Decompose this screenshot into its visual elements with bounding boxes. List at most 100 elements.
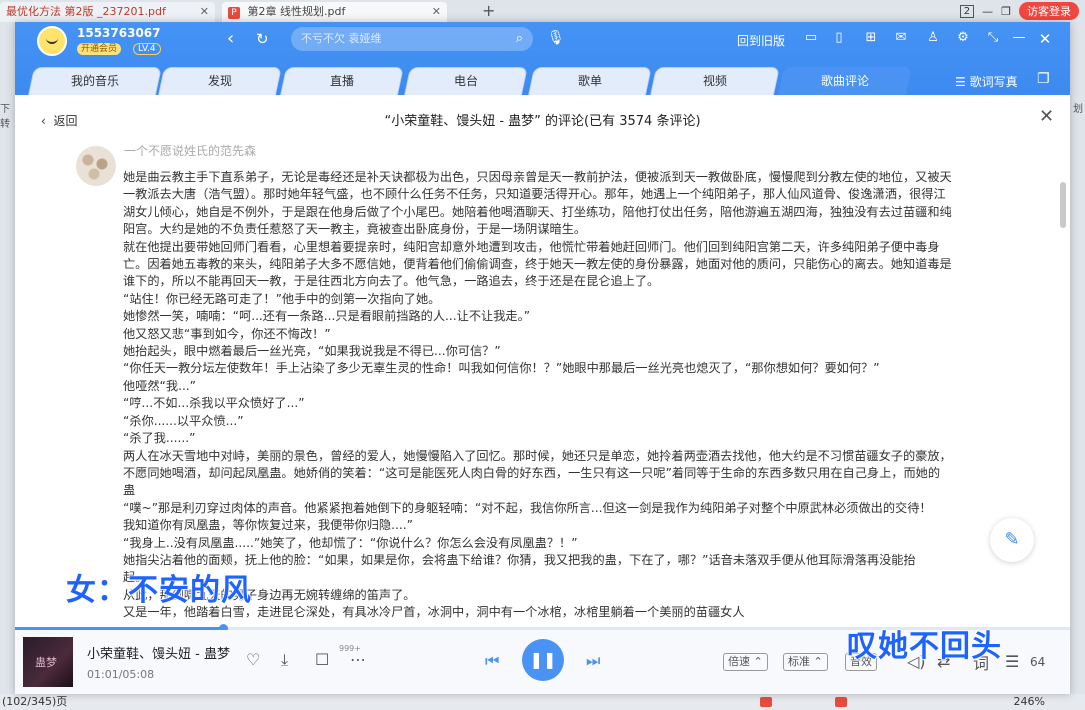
pdf-icon: P [228,7,240,19]
comment-line: 又是一年，他踏着白雪，走进昆仑深处，有具冰冷尸首，冰洞中，洞中有一个冰棺，冰棺里… [123,605,745,620]
page-indicator: (102/345)页 [2,695,68,708]
pause-button[interactable]: ❚❚ [522,639,564,681]
main-tabs: 我的音乐 发现 直播 电台 歌单 视频 歌曲评论 ☰ 歌词写真 ❐ [15,67,1070,95]
search-placeholder: 不亏不欠 袁娅维 [301,32,382,45]
comment-line: 她指尖沾着他的面颊，抚上他的脸：“如果，如果是你，会将蛊下给谁？你猜，我又把我的… [123,552,916,567]
login-button[interactable]: 访客登录 [1019,2,1079,20]
browser-tab-1-title: 最优化方法 第2版 _237201.pdf [6,5,166,18]
comment-line: “杀了我......” [123,431,196,446]
comment-text: 她是曲云教主手下直系弟子，无论是毒经还是补天诀都极为出色，只因母亲曾是天一教前护… [123,169,993,622]
download-icon[interactable]: ⤓ [281,650,288,670]
browser-tab-1[interactable]: 最优化方法 第2版 _237201.pdf ✕ [0,2,215,22]
taskbar-icon[interactable] [835,697,847,707]
restore-icon[interactable]: ❐ [1001,5,1011,18]
apps-icon[interactable]: ⊞ [863,30,879,45]
voice-search-icon[interactable]: 🎙 [547,30,565,46]
more-icon[interactable]: ⋯ [350,650,366,669]
subtitle-right: 叹她不回头 [846,628,1002,665]
playlist-icon[interactable]: ☰ [1005,652,1019,671]
comment-line: 不愿同她喝酒，却问起凤凰蛊。她娇俏的笑着：“这可是能医死人肉白骨的好东西，一生只… [123,465,941,480]
comment-line: 湖女儿倾心，她自是不例外，于是跟在他身后做了个小尾巴。她陪着他喝酒聊天、打坐练功… [123,204,952,219]
song-time: 01:01/05:08 [87,668,155,681]
tab-radio[interactable]: 电台 [404,67,528,95]
old-version-button[interactable]: 回到旧版 [737,32,785,49]
playlist-count: 64 [1030,655,1046,669]
comment-line: “你任天一教分坛左使数年！手上沾染了多少无辜生灵的性命！叫我如何信你！？”她眼中… [123,361,880,376]
comment-line: “站住！你已经无路可走了！”他手中的剑第一次指向了她。 [123,291,441,306]
comment-line: 她抬起头，眼中燃着最后一丝光亮，“如果我说我是不得已...你可信？” [123,344,501,359]
vip-badge[interactable]: 开通会员 [77,43,122,55]
zoom-level[interactable]: 246% [1014,694,1045,710]
comment-line: 一教派去大唐（浩气盟）。那时她年轻气盛，也不顾什么任务不任务，只知道要活得开心。… [123,187,946,202]
close-icon[interactable]: ✕ [432,2,441,22]
minimize-icon[interactable]: — [982,5,993,18]
subtitle-left: 女：不安的风 [65,572,252,609]
comment-list: 一个不愿说姓氏的范先森 她是曲云教主手下直系弟子，无论是毒经还是补天诀都极为出色… [15,143,1070,626]
album-cover[interactable] [23,637,73,687]
comment-line: 蛊 [123,483,136,498]
new-tab-button[interactable]: + [482,1,495,20]
tab-video[interactable]: 视频 [650,67,780,95]
browser-tab-2-title: 第2章 线性规划.pdf [247,5,346,18]
browser-window-controls: 2 — ❐ 访客登录 [959,0,1085,22]
minimize-icon[interactable]: — [1011,30,1027,45]
search-input[interactable]: 不亏不欠 袁娅维 ⌕ [291,27,533,51]
tab-count-badge[interactable]: 2 [959,4,975,18]
quality-button[interactable]: 标准 ⌃ [783,653,828,671]
comment-line: 从此，那剑啸九天的男子身边再无婉转缠绵的笛声了。 [123,587,416,602]
page-title: “小荣童鞋、馒头妞 - 蛊梦” 的评论(已有 3574 条评论) [384,114,701,129]
user-name[interactable]: 1553763067 [77,26,161,40]
tab-discover[interactable]: 发现 [158,67,282,95]
user-avatar[interactable] [37,26,67,56]
scrollbar[interactable] [1060,182,1066,228]
comment-line: “我身上..没有凤凰蛊.....”她笑了，他却慌了：“你说什么？你怎么会没有凤凰… [123,535,578,550]
skin-icon[interactable]: ♙ [925,30,941,45]
write-comment-button[interactable]: ✎ [990,518,1034,562]
comment-line: 她惨然一笑，喃喃：“呵...还有一条路...只是看眼前挡路的人...让不让我走。… [123,309,531,324]
speed-button[interactable]: 倍速 ⌃ [723,653,768,671]
browser-tab-2[interactable]: P 第2章 线性规划.pdf ✕ [222,2,447,22]
comment-line: “哼...不如...杀我以平众愤好了...” [123,396,305,411]
comment-line: “杀你......以平众愤...” [123,413,244,428]
comment-line: 他哑然“我...” [123,378,196,393]
app-header: 1553763067 开通会员 LV.4 ‹ ↻ 不亏不欠 袁娅维 ⌕ 🎙 回到… [15,22,1070,95]
refresh-icon[interactable]: ↻ [256,30,269,48]
mail-icon[interactable]: ✉ [893,30,909,45]
comment-line: 他又怒又悲“事到如今，你还不悔改！” [123,326,331,341]
next-button[interactable]: ⏭ [586,651,600,671]
previous-button[interactable]: ⏮ [485,651,499,671]
screen-icon[interactable]: ▭ [803,30,819,45]
tab-my-music[interactable]: 我的音乐 [28,67,162,95]
lyric-photo-button[interactable]: ☰ 歌词写真 [955,73,1018,90]
comment-line: 谁下的，所以不能再回天一教，于是往西北方向去了。他气急，一路追去，终于还是在昆仑… [123,274,660,289]
close-icon[interactable]: ✕ [1037,30,1053,48]
comment-line: 我知道你有凤凰蛊，等你恢复过来，我便带你归隐....” [123,518,413,533]
window-mode-icon[interactable]: ❐ [1037,71,1050,87]
comment-line: 就在他提出要带她回师门看看，心里想着要提亲时，纯阳宫却意外地遭到攻击，他慌忙带着… [123,239,940,254]
close-icon[interactable]: ✕ [200,2,209,22]
browser-tab-bar: 最优化方法 第2版 _237201.pdf ✕ P 第2章 线性规划.pdf ✕… [0,0,1085,22]
taskbar-icon[interactable] [760,697,772,707]
comment-author[interactable]: 一个不愿说姓氏的范先森 [124,143,256,159]
background-side-text-right: 划 [1073,104,1083,115]
settings-icon[interactable]: ⚙ [955,30,971,45]
background-side-text: 下转 [0,104,10,130]
back-arrow-icon[interactable]: ‹ [227,28,234,49]
comment-icon[interactable]: ☐ [315,650,329,669]
song-title[interactable]: 小荣童鞋、馒头妞 - 蛊梦 [87,643,230,662]
commenter-avatar[interactable] [76,146,116,186]
comment-line: 亡。因着她五毒教的来头，纯阳弟子大多不愿信她，便背着他们偷偷调查，终于她天一教左… [123,257,952,272]
pdf-status-bar: (102/345)页 246% [0,694,1085,710]
like-icon[interactable]: ♡ [246,650,260,669]
comment-line: 两人在冰天雪地中对峙，美丽的景色，曾经的爱人，她慢慢陷入了回忆。那时候，她还只是… [123,448,952,463]
close-icon[interactable]: ✕ [1039,106,1054,127]
tab-song-comments[interactable]: 歌曲评论 [778,67,912,95]
search-icon[interactable]: ⌕ [516,27,523,51]
tab-live[interactable]: 直播 [280,67,404,95]
mini-mode-icon[interactable]: ⤡ [985,30,1001,45]
phone-icon[interactable]: ▯ [831,30,847,45]
level-badge: LV.4 [133,43,161,55]
comment-line: “噗~”那是利刃穿过肉体的声音。他紧紧抱着她倒下的身躯轻喃：“对不起，我信你所言… [123,500,932,515]
comment-line: 阳宫。大约是她的不负责任惹怒了天一教主，竟被查出卧底身份，于是一场阴谋暗生。 [123,222,587,237]
tab-playlist[interactable]: 歌单 [528,67,652,95]
